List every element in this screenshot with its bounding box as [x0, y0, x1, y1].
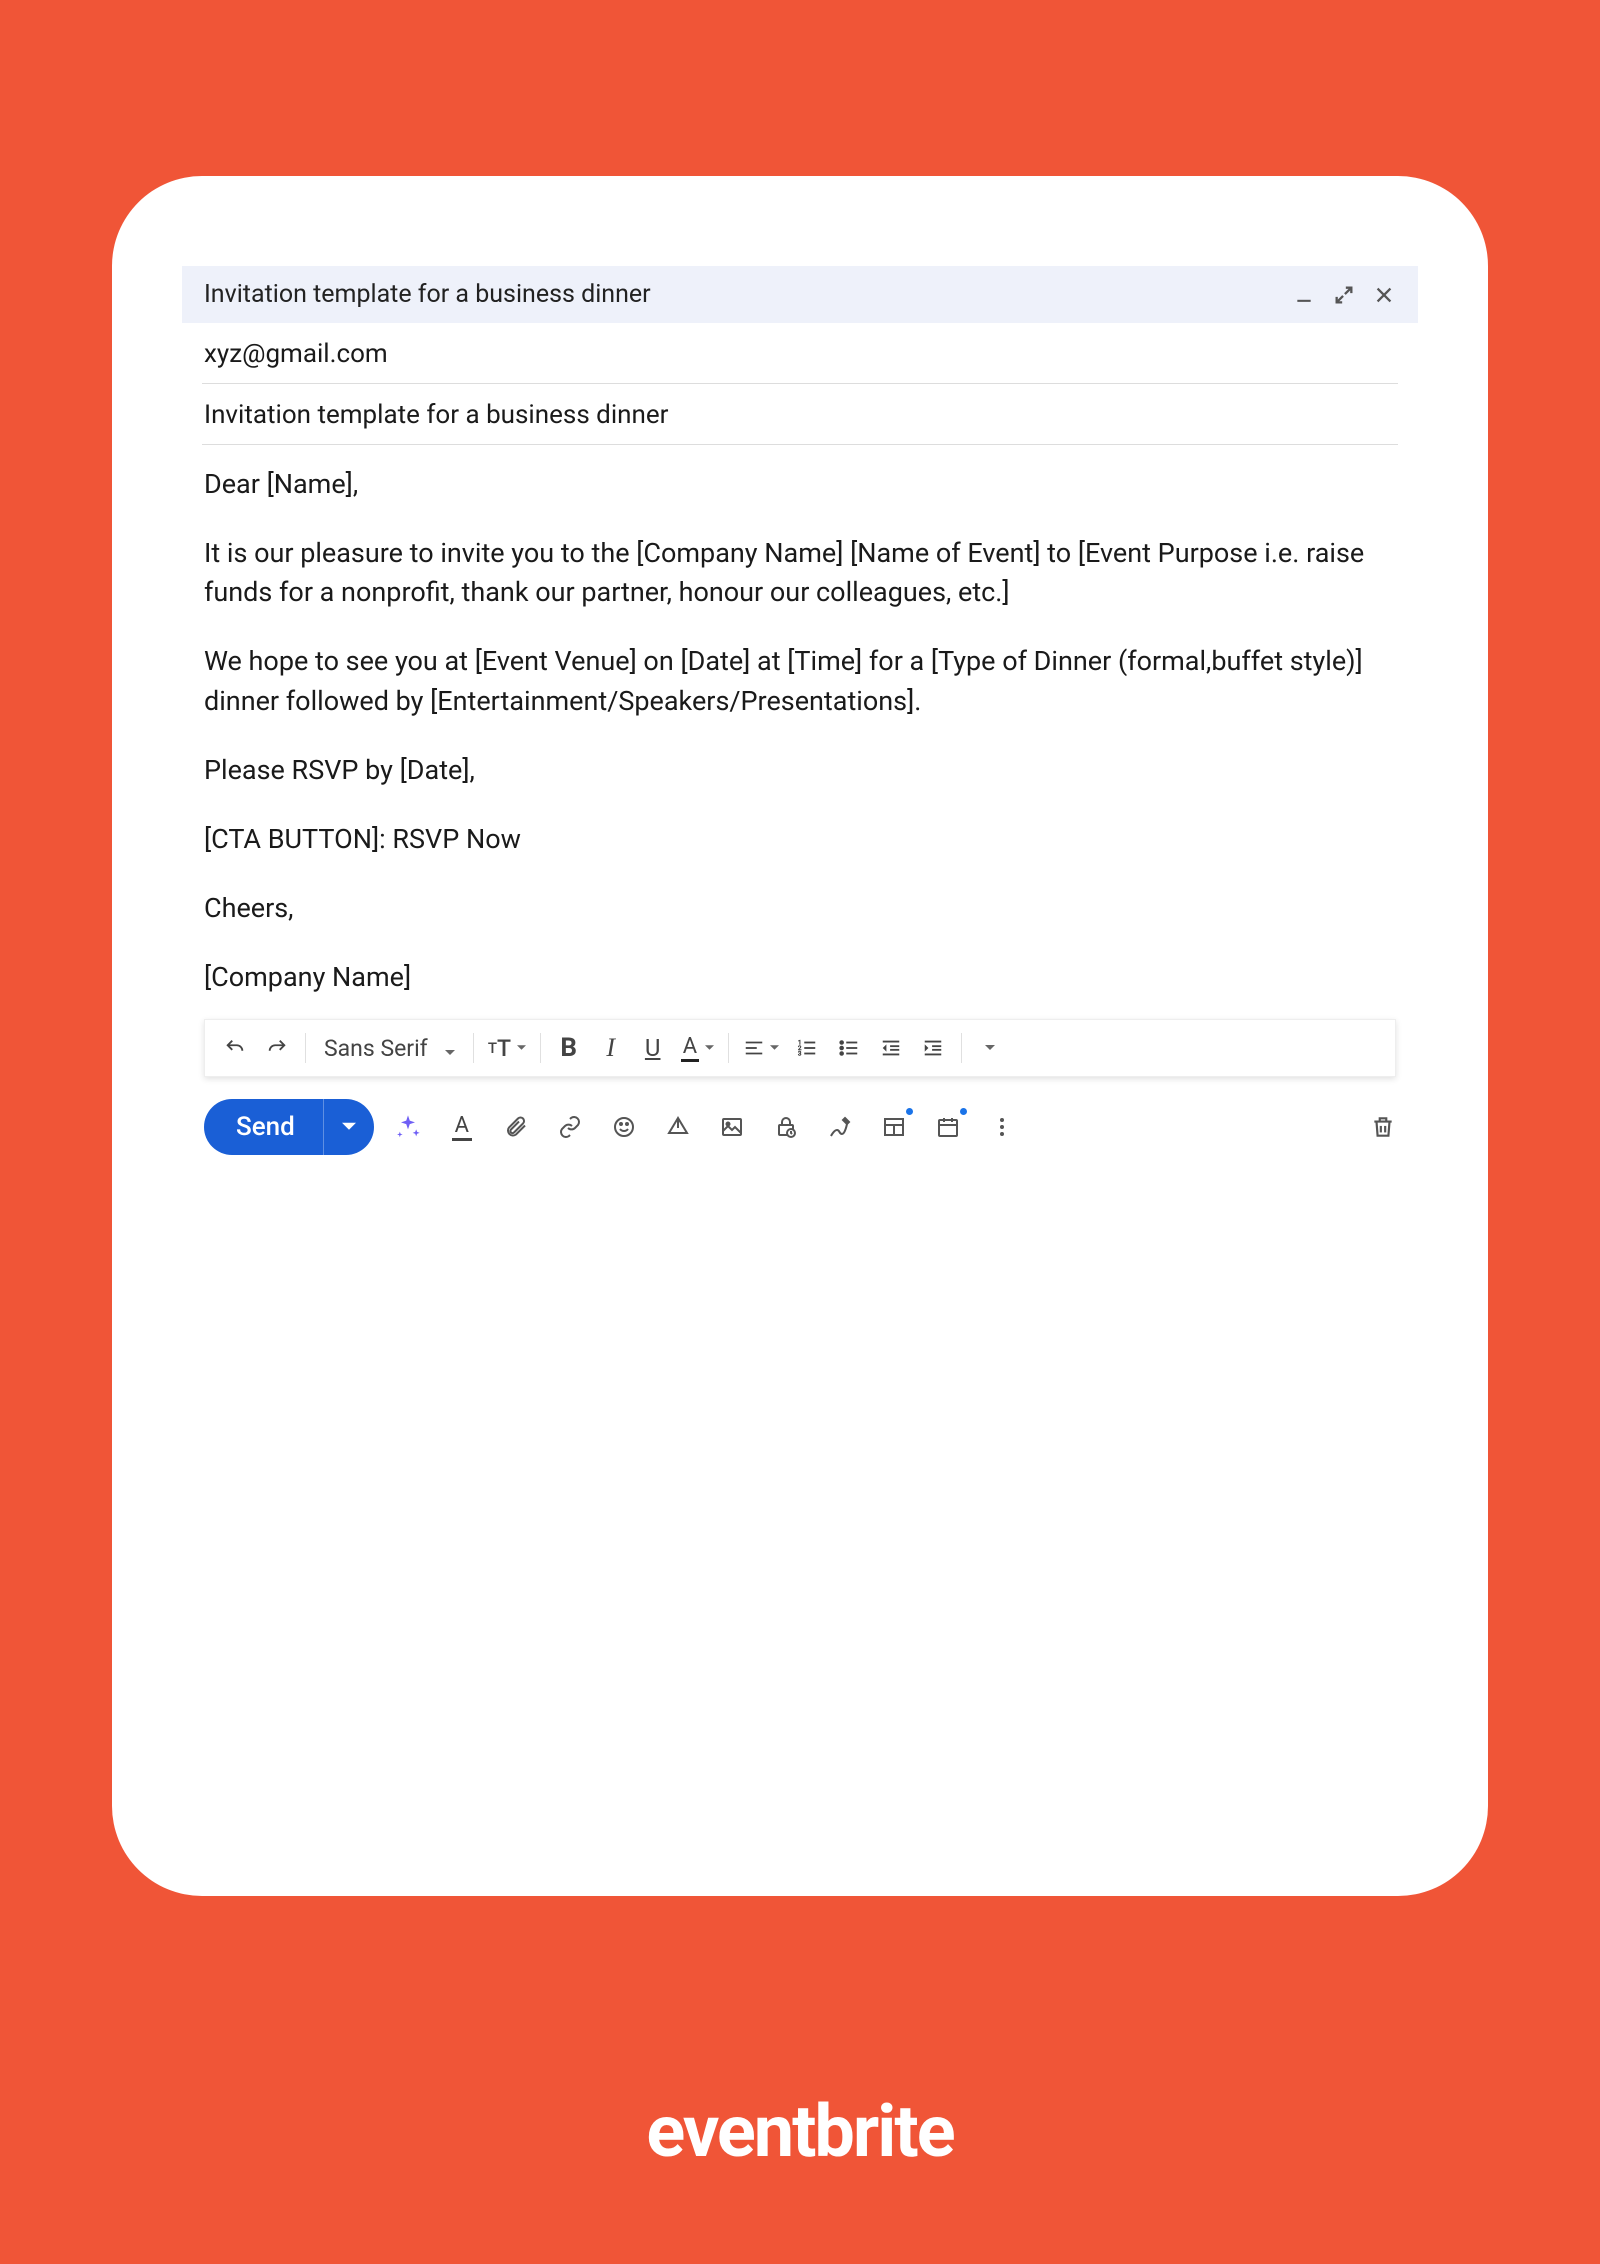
undo-icon[interactable]	[215, 1028, 255, 1068]
body-line: We hope to see you at [Event Venue] on […	[204, 642, 1396, 720]
redo-icon[interactable]	[257, 1028, 297, 1068]
body-line: Cheers,	[204, 889, 1396, 928]
drive-icon[interactable]	[662, 1111, 694, 1143]
format-a-icon[interactable]: A	[446, 1111, 478, 1143]
align-icon[interactable]	[737, 1028, 786, 1068]
card-frame: Invitation template for a business dinne…	[112, 176, 1488, 1896]
indent-more-icon[interactable]	[913, 1028, 953, 1068]
discard-icon[interactable]	[1370, 1114, 1396, 1140]
svg-text:3: 3	[798, 1050, 802, 1058]
bulleted-list-icon[interactable]	[829, 1028, 869, 1068]
compose-header: Invitation template for a business dinne…	[182, 266, 1418, 323]
numbered-list-icon[interactable]: 123	[787, 1028, 827, 1068]
formatting-toolbar: Sans Serif TT B I U A 123	[204, 1019, 1396, 1077]
body-line: [Company Name]	[204, 958, 1396, 997]
calendar-icon[interactable]	[932, 1111, 964, 1143]
compose-action-icons: A	[392, 1111, 1018, 1143]
confidential-icon[interactable]	[770, 1111, 802, 1143]
more-options-icon[interactable]	[986, 1111, 1018, 1143]
send-options-button[interactable]	[323, 1099, 374, 1155]
more-formatting-icon[interactable]	[970, 1028, 1010, 1068]
separator	[961, 1033, 962, 1063]
close-icon[interactable]	[1372, 283, 1396, 307]
window-controls	[1292, 283, 1396, 307]
eventbrite-logo: eventbrite	[646, 2089, 953, 2174]
minimize-icon[interactable]	[1292, 283, 1316, 307]
email-body[interactable]: Dear [Name], It is our pleasure to invit…	[182, 445, 1418, 1013]
layout-icon[interactable]	[878, 1111, 910, 1143]
font-family-label: Sans Serif	[324, 1035, 428, 1062]
attach-icon[interactable]	[500, 1111, 532, 1143]
indent-less-icon[interactable]	[871, 1028, 911, 1068]
bold-icon[interactable]: B	[549, 1028, 589, 1068]
separator	[305, 1033, 306, 1063]
body-line: It is our pleasure to invite you to the …	[204, 534, 1396, 612]
send-button-group: Send	[204, 1099, 374, 1155]
fullscreen-icon[interactable]	[1332, 283, 1356, 307]
text-color-icon[interactable]: A	[675, 1028, 720, 1068]
emoji-icon[interactable]	[608, 1111, 640, 1143]
body-line: Please RSVP by [Date],	[204, 751, 1396, 790]
window-title: Invitation template for a business dinne…	[204, 280, 651, 309]
body-line: [CTA BUTTON]: RSVP Now	[204, 820, 1396, 859]
body-line: Dear [Name],	[204, 465, 1396, 504]
subject-field[interactable]: Invitation template for a business dinne…	[202, 384, 1398, 445]
signature-icon[interactable]	[824, 1111, 856, 1143]
link-icon[interactable]	[554, 1111, 586, 1143]
image-icon[interactable]	[716, 1111, 748, 1143]
separator	[473, 1033, 474, 1063]
send-button[interactable]: Send	[204, 1112, 323, 1142]
separator	[728, 1033, 729, 1063]
font-family-selector[interactable]: Sans Serif	[314, 1035, 465, 1062]
action-bar: Send A	[182, 1077, 1418, 1177]
compose-window: Invitation template for a business dinne…	[182, 266, 1418, 1177]
italic-icon[interactable]: I	[591, 1028, 631, 1068]
ai-sparkle-icon[interactable]	[392, 1111, 424, 1143]
to-field[interactable]: xyz@gmail.com	[202, 323, 1398, 384]
separator	[540, 1033, 541, 1063]
font-size-icon[interactable]: TT	[482, 1028, 532, 1068]
underline-icon[interactable]: U	[633, 1028, 673, 1068]
